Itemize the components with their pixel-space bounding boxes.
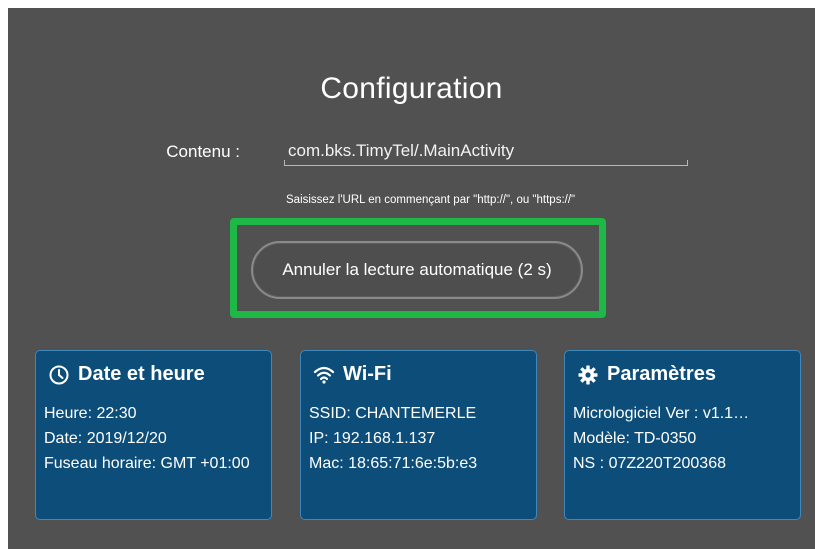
- datetime-card: Date et heure Heure: 22:30 Date: 2019/12…: [35, 350, 272, 520]
- ip-value: IP: 192.168.1.137: [309, 430, 436, 447]
- date-value: Date: 2019/12/20: [44, 430, 167, 447]
- screen: Configuration Contenu : com.bks.TimyTel/…: [8, 8, 815, 549]
- page-title: Configuration: [320, 72, 503, 105]
- cancel-autoplay-button[interactable]: Annuler la lecture automatique (2 s): [251, 241, 583, 299]
- content-label: Contenu :: [166, 142, 240, 161]
- ssid-value: SSID: CHANTEMERLE: [309, 405, 477, 422]
- datetime-card-header: Date et heure: [44, 363, 263, 386]
- wifi-icon: [313, 364, 335, 386]
- serial-value: NS : 07Z220T200368: [573, 455, 726, 472]
- wifi-card-header: Wi-Fi: [309, 363, 528, 386]
- clock-icon: [48, 364, 70, 386]
- heure-value: Heure: 22:30: [44, 405, 137, 422]
- wifi-card-title: Wi-Fi: [343, 363, 392, 385]
- wifi-card: Wi-Fi SSID: CHANTEMERLE IP: 192.168.1.13…: [300, 350, 537, 520]
- datetime-card-title: Date et heure: [78, 363, 205, 385]
- content-hint: Saisissez l'URL en commençant par "http:…: [286, 194, 576, 206]
- params-card-header: Paramètres: [573, 363, 792, 386]
- gear-icon: [577, 364, 599, 386]
- mac-value: Mac: 18:65:71:6e:5b:e3: [309, 455, 478, 472]
- content-input[interactable]: com.bks.TimyTel/.MainActivity: [284, 138, 688, 166]
- params-card-title: Paramètres: [607, 363, 716, 385]
- firmware-value: Micrologiciel Ver : v1.1…: [573, 405, 750, 422]
- timezone-value: Fuseau horaire: GMT +01:00: [44, 455, 250, 472]
- model-value: Modèle: TD-0350: [573, 430, 697, 447]
- params-card: Paramètres Micrologiciel Ver : v1.1… Mod…: [564, 350, 801, 520]
